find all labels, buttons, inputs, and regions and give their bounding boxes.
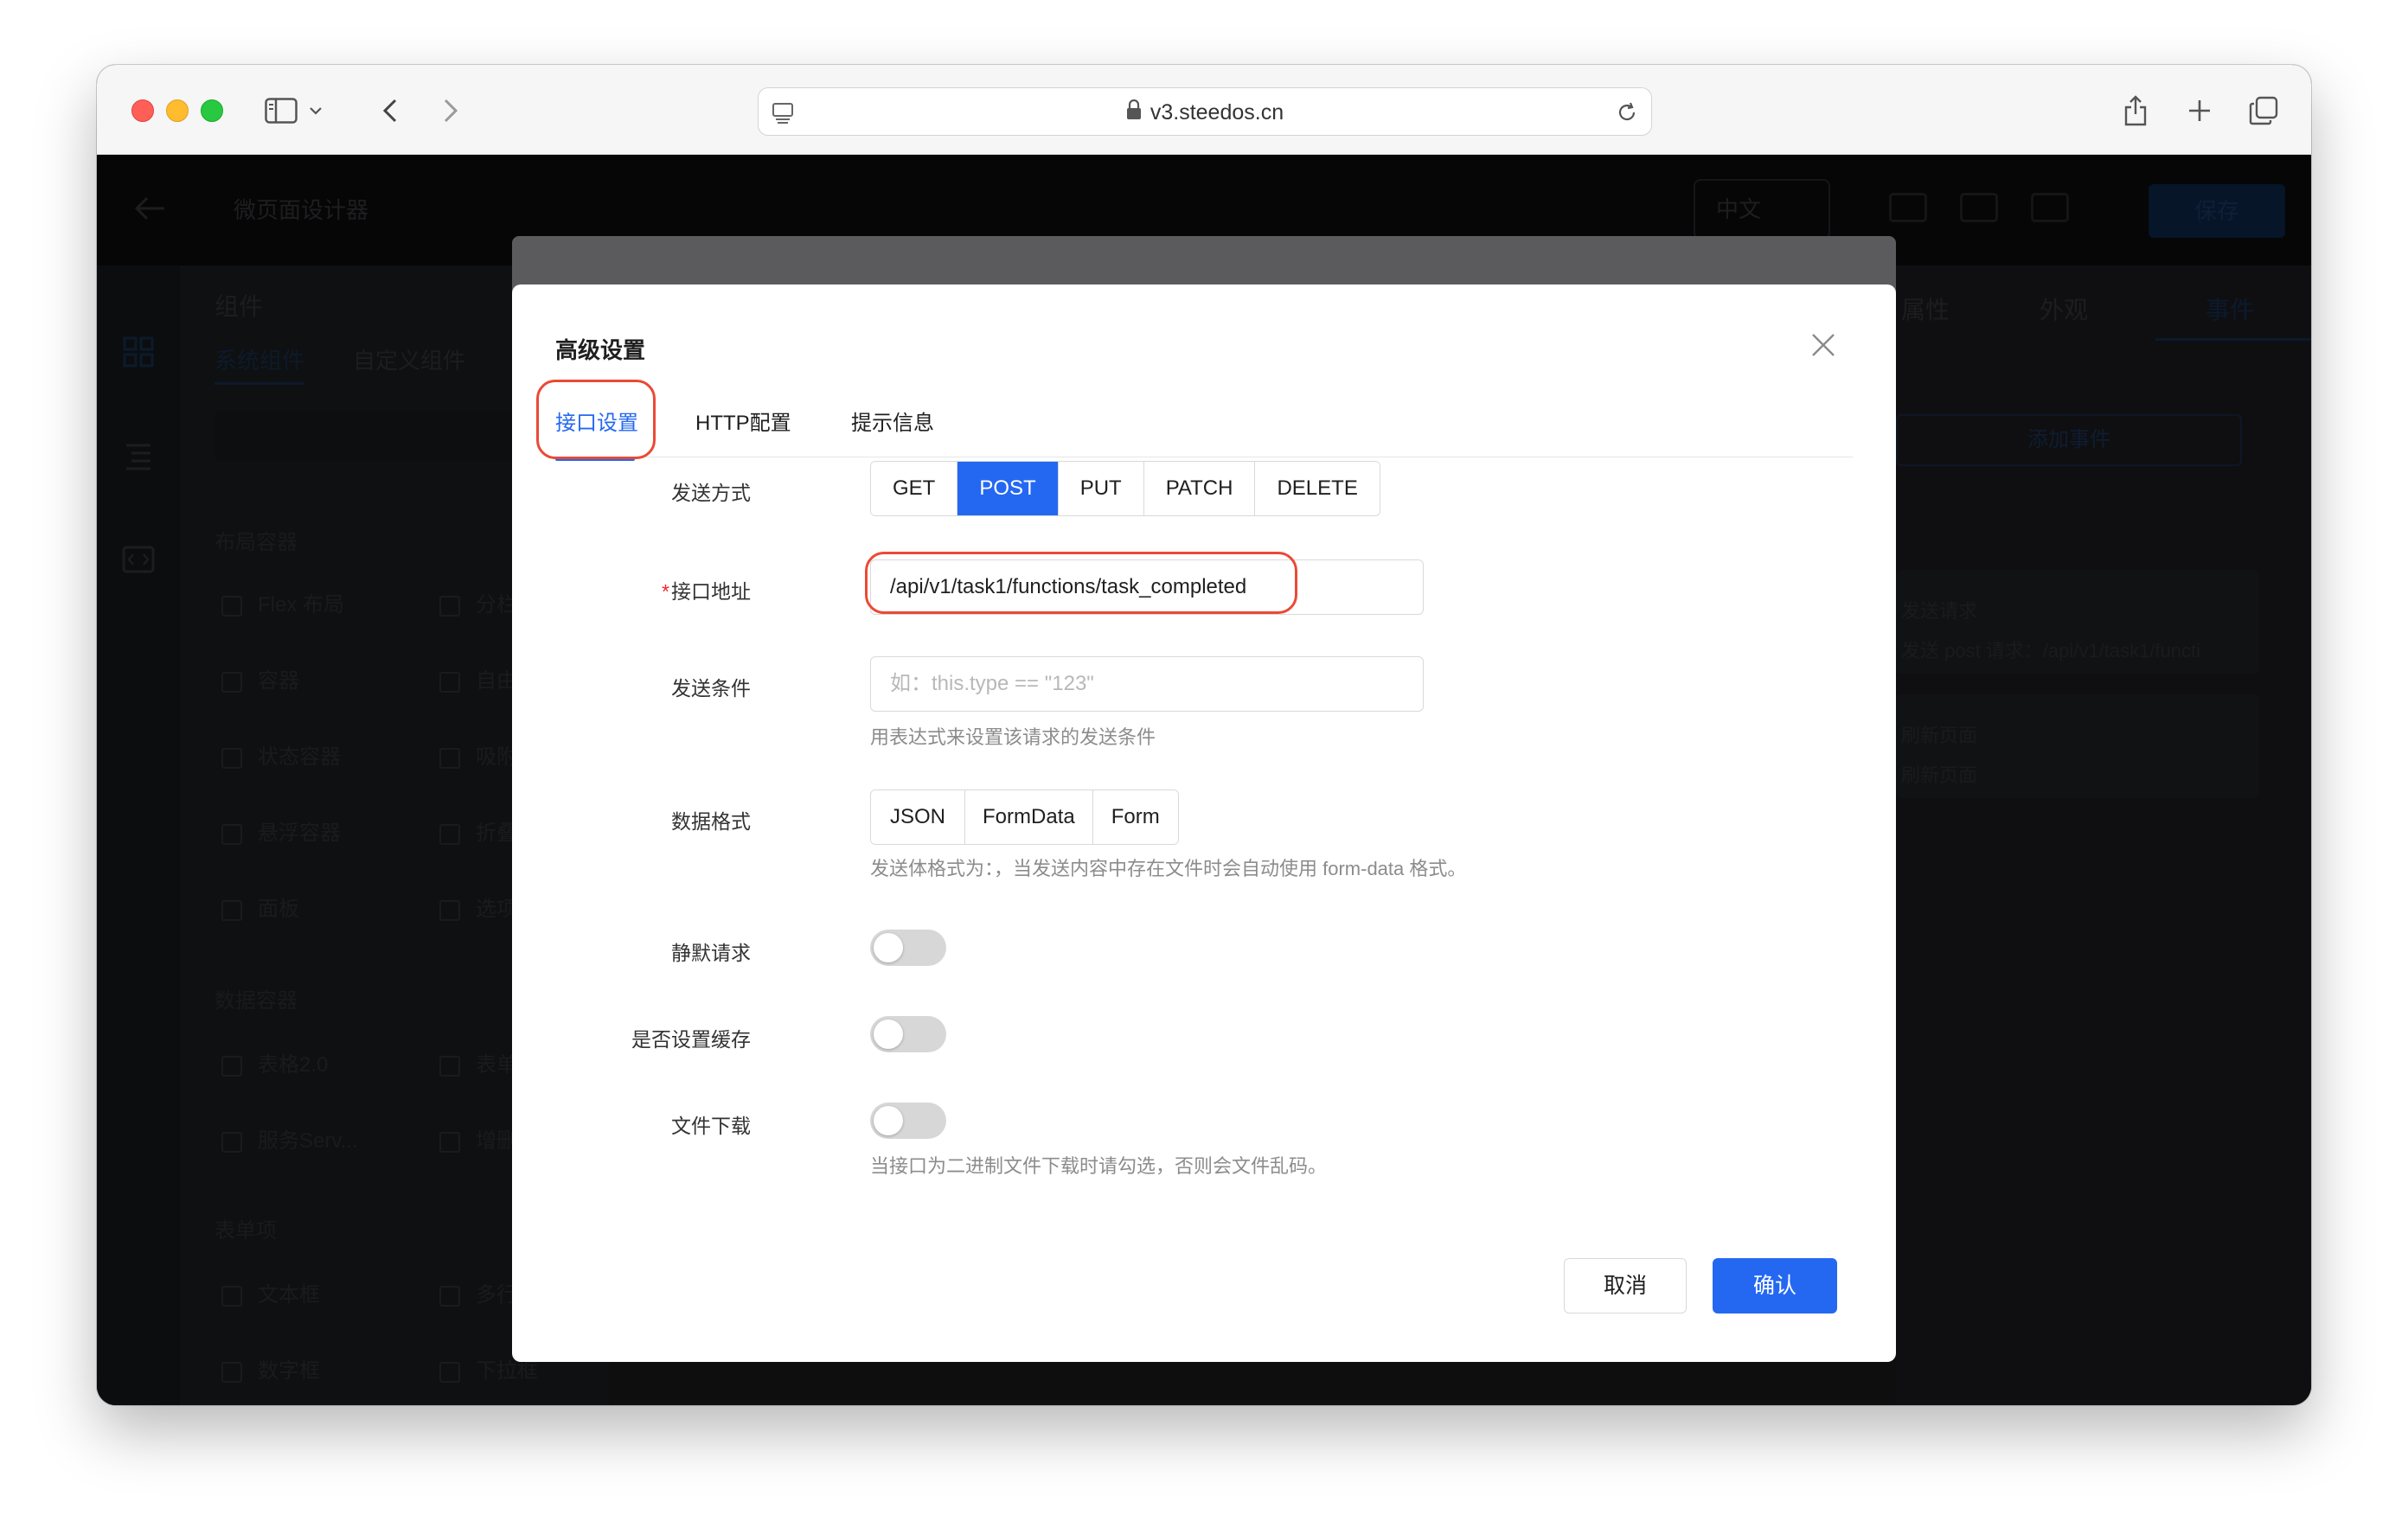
condition-label: 发送条件 — [671, 677, 751, 700]
confirm-button[interactable]: 确认 — [1713, 1258, 1837, 1313]
browser-window: v3.steedos.cn 微页面设计器 中文 保存 — [97, 65, 2311, 1405]
tabs-icon[interactable] — [2244, 91, 2283, 131]
data-format-segmented: JSON FormData Form — [870, 789, 1179, 845]
method-patch-option[interactable]: PATCH — [1143, 462, 1256, 515]
highlight-annotation — [536, 380, 656, 459]
silent-toggle[interactable] — [870, 930, 946, 966]
format-form-option[interactable]: Form — [1092, 790, 1178, 844]
toggle-knob — [874, 1019, 903, 1049]
format-formdata-option[interactable]: FormData — [965, 790, 1093, 844]
cancel-button[interactable]: 取消 — [1564, 1258, 1687, 1313]
dialog-tabs: 接口设置 HTTP配置 提示信息 — [555, 388, 1853, 461]
reload-icon[interactable] — [1615, 100, 1639, 129]
tab-tip-info[interactable]: 提示信息 — [851, 406, 934, 436]
tab-http-config[interactable]: HTTP配置 — [695, 406, 791, 436]
close-window-button[interactable] — [131, 99, 154, 122]
data-format-help: 发送体格式为：，当发送内容中存在文件时会自动使用 form-data 格式。 — [870, 858, 1467, 879]
method-post-option[interactable]: POST — [957, 462, 1059, 515]
close-icon[interactable] — [1809, 331, 1837, 359]
method-get-option[interactable]: GET — [871, 462, 958, 515]
share-icon[interactable] — [2116, 91, 2155, 131]
method-delete-option[interactable]: DELETE — [1255, 462, 1380, 515]
silent-label: 静默请求 — [671, 942, 751, 964]
toggle-knob — [874, 933, 903, 962]
condition-help: 用表达式来设置该请求的发送条件 — [870, 726, 1156, 748]
address-bar[interactable]: v3.steedos.cn — [758, 87, 1652, 136]
data-format-label: 数据格式 — [671, 810, 751, 833]
chevron-down-icon[interactable] — [303, 91, 329, 131]
download-toggle[interactable] — [870, 1103, 946, 1139]
dialog-title: 高级设置 — [555, 337, 646, 363]
format-json-option[interactable]: JSON — [871, 790, 966, 844]
url-text: v3.steedos.cn — [1150, 100, 1284, 125]
method-segmented: GET POST PUT PATCH DELETE — [870, 461, 1380, 516]
minimize-window-button[interactable] — [166, 99, 189, 122]
api-url-label: *接口地址 — [662, 580, 751, 603]
lock-icon — [1126, 89, 1142, 137]
method-label: 发送方式 — [671, 482, 751, 504]
download-label: 文件下载 — [671, 1115, 751, 1137]
cache-label: 是否设置缓存 — [631, 1028, 751, 1051]
highlight-annotation — [865, 552, 1297, 614]
zoom-window-button[interactable] — [201, 99, 223, 122]
browser-toolbar: v3.steedos.cn — [97, 65, 2311, 155]
back-icon[interactable] — [370, 91, 410, 131]
download-help: 当接口为二进制文件下载时请勾选，否则会文件乱码。 — [870, 1155, 1328, 1177]
forward-icon[interactable] — [431, 91, 471, 131]
cache-toggle[interactable] — [870, 1016, 946, 1052]
condition-input[interactable]: 如：this.type == "123" — [870, 656, 1424, 712]
sidebar-icon[interactable] — [261, 91, 301, 131]
plus-icon[interactable] — [2180, 91, 2219, 131]
method-put-option[interactable]: PUT — [1058, 462, 1144, 515]
advanced-settings-dialog: 高级设置 接口设置 HTTP配置 提示信息 发送方式 GET POST PUT … — [512, 284, 1896, 1362]
toggle-knob — [874, 1106, 903, 1135]
